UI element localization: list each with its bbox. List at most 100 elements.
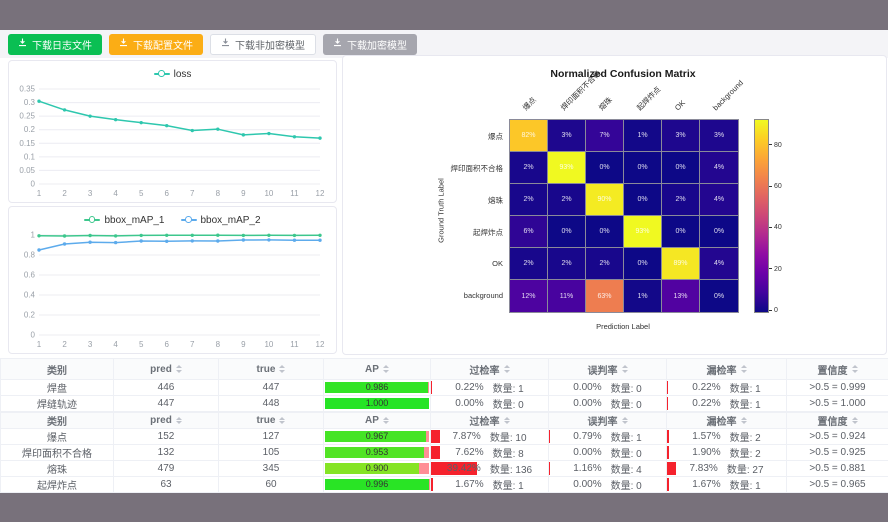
sort-caret-icon[interactable] bbox=[176, 362, 182, 376]
bottom-bar bbox=[0, 493, 888, 522]
svg-text:12: 12 bbox=[316, 189, 325, 198]
top-bar bbox=[0, 0, 888, 30]
download-encrypted-model-button[interactable]: 下载加密模型 bbox=[323, 34, 417, 55]
sort-caret-icon[interactable] bbox=[741, 362, 747, 376]
sort-caret-icon[interactable] bbox=[383, 414, 389, 428]
data-point bbox=[37, 234, 40, 237]
rate-percent: 0.00% bbox=[573, 479, 601, 490]
svg-text:10: 10 bbox=[264, 340, 273, 349]
loss-chart-card: loss00.050.10.150.20.250.30.351234567891… bbox=[8, 60, 337, 203]
sort-caret-icon[interactable] bbox=[176, 414, 182, 428]
cell-pred: 152 bbox=[114, 429, 219, 445]
column-header-过检率[interactable]: 过检率 bbox=[431, 359, 549, 380]
matrix-cell: 0% bbox=[624, 152, 662, 184]
download-unencrypted-model-button[interactable]: 下载非加密模型 bbox=[210, 34, 316, 55]
series-line-bbox_mAP_2 bbox=[39, 240, 320, 250]
rate-percent: 0.00% bbox=[573, 398, 601, 409]
column-header-true[interactable]: true bbox=[219, 413, 324, 429]
matrix-row-label: background bbox=[385, 291, 503, 300]
svg-text:0.6: 0.6 bbox=[24, 271, 36, 280]
sort-caret-icon[interactable] bbox=[279, 414, 285, 428]
data-point bbox=[242, 133, 245, 136]
matrix-cell: 0% bbox=[700, 216, 738, 248]
rate-count: 数量: 10 bbox=[490, 429, 527, 444]
data-point bbox=[88, 114, 91, 117]
line-series-icon bbox=[181, 216, 197, 225]
loss-chart: 00.050.10.150.20.250.30.3512345678910111… bbox=[9, 82, 334, 199]
column-header-漏检率[interactable]: 漏检率 bbox=[667, 359, 787, 380]
matrix-x-axis-label: Prediction Label bbox=[509, 322, 737, 331]
sort-caret-icon[interactable] bbox=[622, 414, 628, 428]
column-header-过检率[interactable]: 过检率 bbox=[431, 413, 549, 429]
rate-percent: 1.67% bbox=[455, 479, 483, 490]
rate-count: 数量: 0 bbox=[611, 380, 642, 395]
svg-text:4: 4 bbox=[113, 189, 118, 198]
column-header-误判率[interactable]: 误判率 bbox=[549, 359, 667, 380]
sort-caret-icon[interactable] bbox=[741, 414, 747, 428]
button-label: 下载配置文件 bbox=[133, 37, 193, 52]
data-point bbox=[88, 241, 91, 244]
sort-caret-icon[interactable] bbox=[622, 362, 628, 376]
legend-item-bbox_mAP_1[interactable]: bbox_mAP_1 bbox=[84, 215, 164, 226]
matrix-column-label: 熔珠 bbox=[597, 95, 615, 113]
cell-pred: 63 bbox=[114, 477, 219, 493]
sort-caret-icon[interactable] bbox=[504, 362, 510, 376]
column-header-AP[interactable]: AP bbox=[324, 359, 431, 380]
ap-value: 0.986 bbox=[325, 382, 429, 393]
column-header-AP[interactable]: AP bbox=[324, 413, 431, 429]
cell-pred: 479 bbox=[114, 461, 219, 477]
chart-legend: loss bbox=[9, 61, 336, 82]
data-point bbox=[63, 234, 66, 237]
sort-caret-icon[interactable] bbox=[852, 414, 858, 428]
data-point bbox=[267, 132, 270, 135]
svg-text:0.8: 0.8 bbox=[24, 251, 36, 260]
rate-count: 数量: 1 bbox=[730, 477, 761, 492]
cell-miss-rate: 0.22%数量: 1 bbox=[667, 396, 787, 412]
matrix-cell: 4% bbox=[700, 152, 738, 184]
rate-percent: 1.57% bbox=[692, 431, 720, 442]
confusion-matrix-title: Normalized Confusion Matrix bbox=[513, 68, 733, 80]
download-icon bbox=[333, 38, 342, 50]
matrix-row-label: 熔珠 bbox=[385, 195, 503, 206]
download-config-file-button[interactable]: 下载配置文件 bbox=[109, 34, 203, 55]
data-point bbox=[37, 100, 40, 103]
column-header-pred[interactable]: pred bbox=[114, 413, 219, 429]
svg-text:10: 10 bbox=[264, 189, 273, 198]
rate-percent: 39.42% bbox=[447, 463, 481, 474]
download-icon bbox=[18, 38, 27, 50]
matrix-cell: 0% bbox=[662, 216, 700, 248]
column-header-置信度[interactable]: 置信度 bbox=[787, 413, 888, 429]
rate-count: 数量: 0 bbox=[611, 477, 642, 492]
sort-caret-icon[interactable] bbox=[383, 362, 389, 376]
rate-count: 数量: 1 bbox=[730, 380, 761, 395]
cell-pred: 447 bbox=[114, 396, 219, 412]
matrix-cell: 2% bbox=[548, 184, 586, 216]
data-point bbox=[139, 121, 142, 124]
cell-confidence: >0.5 = 0.999 bbox=[787, 380, 888, 396]
matrix-cell: 0% bbox=[700, 280, 738, 312]
column-header-pred[interactable]: pred bbox=[114, 359, 219, 380]
confusion-matrix-grid: 82%3%7%1%3%3%2%93%0%0%0%4%2%2%90%0%2%4%6… bbox=[509, 119, 739, 313]
column-header-true[interactable]: true bbox=[219, 359, 324, 380]
svg-text:4: 4 bbox=[113, 340, 118, 349]
sort-caret-icon[interactable] bbox=[504, 414, 510, 428]
sort-caret-icon[interactable] bbox=[279, 362, 285, 376]
rate-percent: 0.00% bbox=[573, 382, 601, 393]
rate-count: 数量: 1 bbox=[493, 477, 524, 492]
legend-item-loss[interactable]: loss bbox=[154, 69, 192, 80]
cell-confidence: >0.5 = 0.965 bbox=[787, 477, 888, 493]
legend-item-bbox_mAP_2[interactable]: bbox_mAP_2 bbox=[181, 215, 261, 226]
svg-text:8: 8 bbox=[216, 340, 221, 349]
column-header-置信度[interactable]: 置信度 bbox=[787, 359, 888, 380]
summary-metrics-table: 类别predtrueAP过检率误判率漏检率置信度焊盘4464470.9860.2… bbox=[0, 358, 888, 412]
sort-caret-icon[interactable] bbox=[852, 362, 858, 376]
data-point bbox=[191, 129, 194, 132]
download-log-file-button[interactable]: 下载日志文件 bbox=[8, 34, 102, 55]
column-header-漏检率[interactable]: 漏检率 bbox=[667, 413, 787, 429]
matrix-row-label: 爆点 bbox=[385, 131, 503, 142]
svg-text:3: 3 bbox=[88, 189, 93, 198]
column-header-误判率[interactable]: 误判率 bbox=[549, 413, 667, 429]
cell-confidence: >0.5 = 1.000 bbox=[787, 396, 888, 412]
colorbar-tick: 60 bbox=[769, 183, 782, 190]
matrix-cell: 93% bbox=[624, 216, 662, 248]
